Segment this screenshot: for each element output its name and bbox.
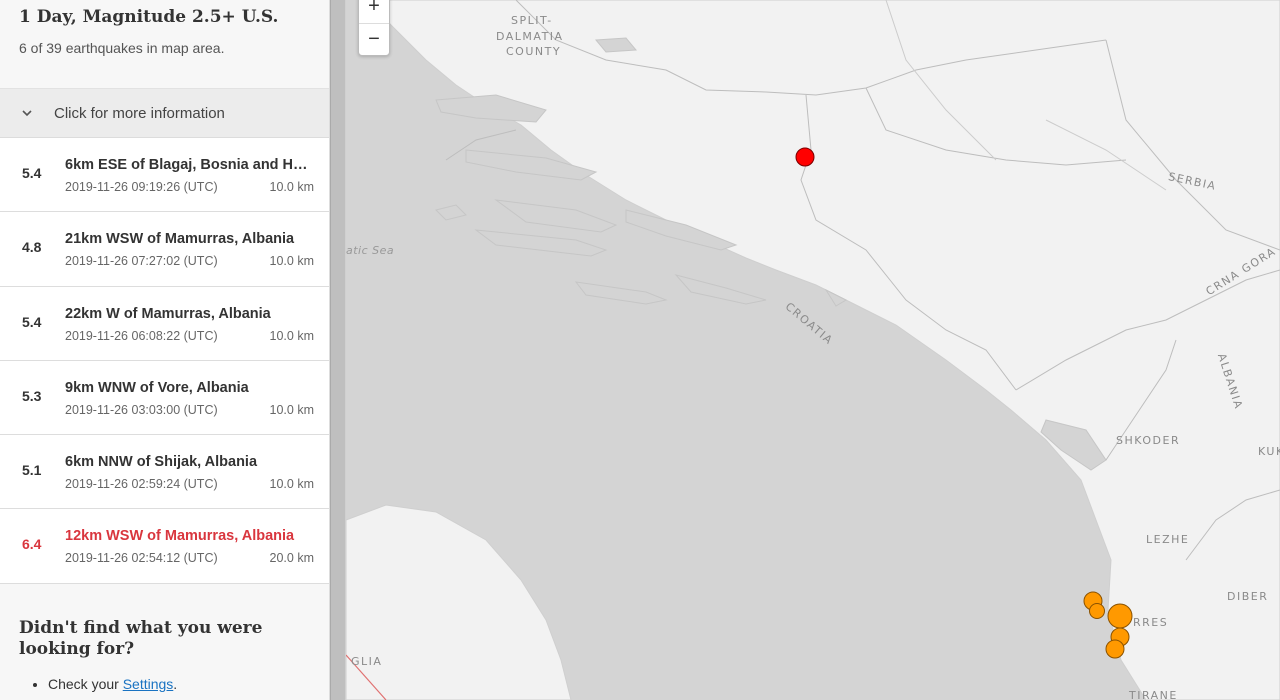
help-prefix: Check your	[48, 675, 123, 692]
earthquake-list-item[interactable]: 5.3 9km WNW of Vore, Albania 2019-11-26 …	[0, 360, 329, 436]
earthquake-depth: 10.0 km	[269, 180, 314, 194]
earthquake-time: 2019-11-26 03:03:00 (UTC)	[65, 402, 218, 417]
earthquake-magnitude: 5.1	[22, 462, 42, 479]
settings-link[interactable]: Settings	[123, 676, 174, 692]
earthquake-depth: 10.0 km	[269, 254, 314, 269]
earthquake-magnitude: 6.4	[22, 536, 42, 553]
earthquake-list-item[interactable]: 5.1 6km NNW of Shijak, Albania 2019-11-2…	[0, 435, 329, 510]
earthquake-time: 2019-11-26 02:54:12 (UTC)	[65, 551, 218, 566]
earthquake-place: 9km WNW of Vore, Albania	[65, 379, 249, 396]
app-root: 1 Day, Magnitude 2.5+ U.S. 6 of 39 earth…	[0, 0, 1280, 700]
map-label-split: SPLIT-	[511, 14, 553, 27]
basemap	[346, 0, 1280, 700]
map-label-lezhe: LEZHE	[1146, 533, 1190, 546]
earthquake-list-item[interactable]: 4.8 21km WSW of Mamurras, Albania 2019-1…	[0, 212, 329, 287]
earthquake-magnitude: 5.4	[22, 165, 42, 181]
earthquake-place: 22km W of Mamurras, Albania	[65, 305, 271, 322]
earthquake-time: 2019-11-26 09:19:26 (UTC)	[65, 180, 218, 194]
earthquake-place: 6km NNW of Shijak, Albania	[65, 454, 258, 471]
map-label-county: COUNTY	[506, 45, 562, 58]
earthquake-time: 2019-11-26 07:27:02 (UTC)	[65, 254, 218, 269]
page-title: 1 Day, Magnitude 2.5+ U.S.	[19, 7, 279, 27]
earthquake-depth: 10.0 km	[269, 402, 314, 417]
map-label-puglia: GLIA	[351, 655, 383, 668]
earthquake-marker[interactable]	[1089, 603, 1105, 619]
sidebar: 1 Day, Magnitude 2.5+ U.S. 6 of 39 earth…	[0, 0, 330, 700]
help-suffix: .	[173, 675, 178, 692]
chevron-down-icon	[22, 110, 32, 117]
earthquake-magnitude: 5.3	[22, 387, 42, 404]
help-section: Didn't find what you were looking for? C…	[0, 583, 329, 700]
map-label-tirane: TIRANE	[1129, 689, 1178, 700]
map-view[interactable]: SPLIT- DALMATIA COUNTY atic Sea CROATIA …	[346, 0, 1280, 700]
panel-splitter[interactable]	[330, 0, 346, 700]
map-label-sea: atic Sea	[346, 244, 395, 257]
earthquake-place: 21km WSW of Mamurras, Albania	[65, 231, 295, 248]
earthquake-depth: 10.0 km	[269, 328, 314, 343]
zoom-out-button[interactable]: −	[359, 23, 389, 55]
earthquake-list: 5.4 6km ESE of Blagaj, Bosnia and Herzeg…	[0, 138, 329, 584]
earthquake-magnitude: 5.4	[22, 313, 42, 330]
zoom-in-button[interactable]: +	[359, 0, 389, 23]
list-header: 1 Day, Magnitude 2.5+ U.S. 6 of 39 earth…	[0, 0, 329, 88]
earthquake-place: 12km WSW of Mamurras, Albania	[65, 528, 295, 545]
earthquake-magnitude: 4.8	[22, 239, 42, 256]
map-label-dalmatia: DALMATIA	[496, 30, 564, 43]
earthquake-depth: 10.0 km	[269, 477, 314, 492]
earthquake-list-item[interactable]: 5.4 22km W of Mamurras, Albania 2019-11-…	[0, 286, 329, 361]
earthquake-time: 2019-11-26 06:08:22 (UTC)	[65, 328, 218, 343]
earthquake-time: 2019-11-26 02:59:24 (UTC)	[65, 477, 218, 492]
help-list: Check your Settings.	[19, 676, 310, 692]
earthquake-place: 6km ESE of Blagaj, Bosnia and Herzegovin…	[65, 157, 315, 173]
earthquake-depth: 20.0 km	[269, 551, 314, 566]
earthquake-marker[interactable]	[1107, 603, 1133, 629]
earthquake-count: 6 of 39 earthquakes in map area.	[19, 40, 225, 56]
zoom-control: + −	[358, 0, 390, 56]
help-question: Didn't find what you were looking for?	[19, 617, 263, 659]
earthquake-marker-recent[interactable]	[795, 147, 815, 167]
map-label-kuk: KUK	[1258, 445, 1280, 458]
earthquake-list-item[interactable]: 5.4 6km ESE of Blagaj, Bosnia and Herzeg…	[0, 138, 329, 213]
map-label-durres: RRES	[1133, 616, 1169, 629]
map-label-shkoder: SHKODER	[1116, 434, 1181, 447]
earthquake-marker[interactable]	[1105, 639, 1125, 659]
italy-land	[346, 504, 572, 700]
more-info-label: Click for more information	[54, 104, 225, 122]
more-info-toggle[interactable]: Click for more information	[0, 88, 329, 138]
map-label-diber: DIBER	[1227, 590, 1269, 603]
help-list-item: Check your Settings.	[48, 676, 310, 692]
earthquake-list-item-significant[interactable]: 6.4 12km WSW of Mamurras, Albania 2019-1…	[0, 509, 329, 584]
